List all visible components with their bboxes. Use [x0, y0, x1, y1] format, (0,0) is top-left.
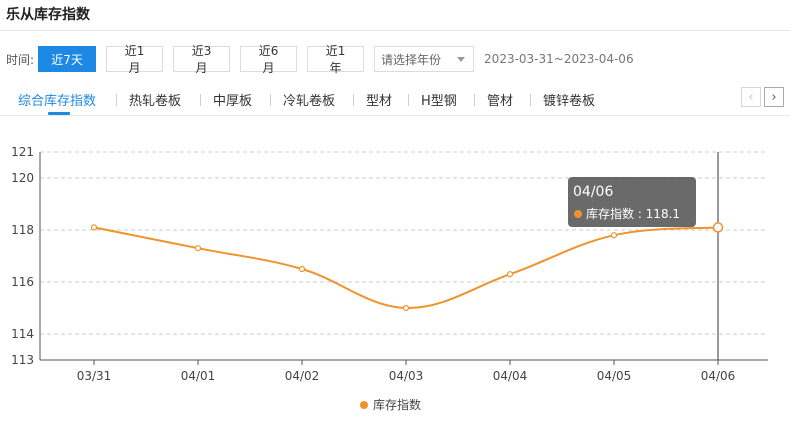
tab-composite-index[interactable]: 综合库存指数: [18, 90, 96, 109]
range-button-1y[interactable]: 近1年: [307, 44, 365, 75]
chevron-right-icon[interactable]: ›: [764, 87, 784, 107]
tooltip-layer: 04/06 库存指数 : 118.1: [568, 177, 696, 227]
y-tick-label: 121: [11, 145, 34, 159]
page-title: 乐从库存指数: [6, 7, 90, 23]
date-range-text: 2023-03-31~2023-04-06: [484, 52, 634, 66]
range-button-7d[interactable]: 近7天: [38, 46, 97, 72]
tooltip-series-marker: [574, 210, 582, 218]
title-divider: [0, 30, 790, 31]
x-tick-label: 04/05: [597, 369, 632, 383]
time-label: 时间:: [6, 52, 35, 67]
tab-separator: [200, 94, 201, 106]
range-button-6m[interactable]: 近6月: [240, 44, 298, 75]
tab-separator: [474, 94, 475, 106]
y-tick-label: 116: [11, 275, 34, 289]
x-tick-label: 04/01: [181, 369, 216, 383]
year-select-placeholder: 请选择年份: [381, 52, 442, 67]
tab-medium-plate[interactable]: 中厚板: [213, 90, 252, 109]
tab-separator: [530, 94, 531, 106]
legend-layer: 库存指数: [360, 397, 421, 412]
tab-separator: [270, 94, 271, 106]
chevron-left-icon[interactable]: ‹: [741, 87, 761, 107]
legend-label: 库存指数: [373, 397, 421, 412]
data-point: [298, 265, 306, 273]
series-line: [93, 226, 719, 310]
y-tick-label: 114: [11, 327, 34, 341]
year-select[interactable]: 请选择年份: [374, 46, 475, 72]
y-tick-label: 113: [11, 353, 34, 367]
range-button-3m[interactable]: 近3月: [173, 44, 231, 75]
tab-cold-rolled-coil[interactable]: 冷轧卷板: [283, 90, 335, 109]
active-tab-underline: [48, 112, 70, 115]
caret-down-icon: [457, 56, 466, 62]
data-point: [90, 224, 98, 231]
tab-separator: [408, 94, 409, 106]
range-button-1m[interactable]: 近1月: [106, 44, 164, 75]
y-tick-label: 120: [11, 171, 34, 185]
time-filter-bar: 时间: 近7天 近1月 近3月 近6月 近1年 请选择年份 2023-03-31…: [6, 44, 634, 75]
tab-galvanized-coil[interactable]: 镀锌卷板: [543, 90, 595, 109]
data-point: [194, 245, 202, 252]
legend-marker: [360, 401, 368, 409]
tooltip-title: 04/06: [573, 184, 613, 200]
tab-pipe[interactable]: 管材: [487, 90, 513, 109]
x-tick-label: 04/04: [493, 369, 528, 383]
tooltip-value: 库存指数 : 118.1: [586, 206, 680, 221]
tab-separator: [116, 94, 117, 106]
x-tick-label: 04/02: [285, 369, 320, 383]
x-tick-label: 04/03: [389, 369, 424, 383]
tab-hot-rolled-coil[interactable]: 热轧卷板: [129, 90, 181, 109]
data-point: [712, 222, 724, 233]
data-point: [402, 304, 410, 312]
data-point: [610, 232, 618, 239]
tab-h-beam[interactable]: H型钢: [421, 90, 457, 109]
tab-separator: [353, 94, 354, 106]
data-point: [506, 271, 514, 278]
tab-section-steel[interactable]: 型材: [366, 90, 392, 109]
y-tick-label: 118: [11, 223, 34, 237]
category-tabs: 综合库存指数 热轧卷板 中厚板 冷轧卷板 型材 H型钢 管材 镀锌卷板 ‹ ›: [0, 86, 790, 116]
x-tick-label: 04/06: [701, 369, 736, 383]
x-tick-label: 03/31: [77, 369, 112, 383]
inventory-index-chart: 113 114 116 118 120 121 03/31 04/01 04/02 04/03 04…: [11, 145, 768, 412]
